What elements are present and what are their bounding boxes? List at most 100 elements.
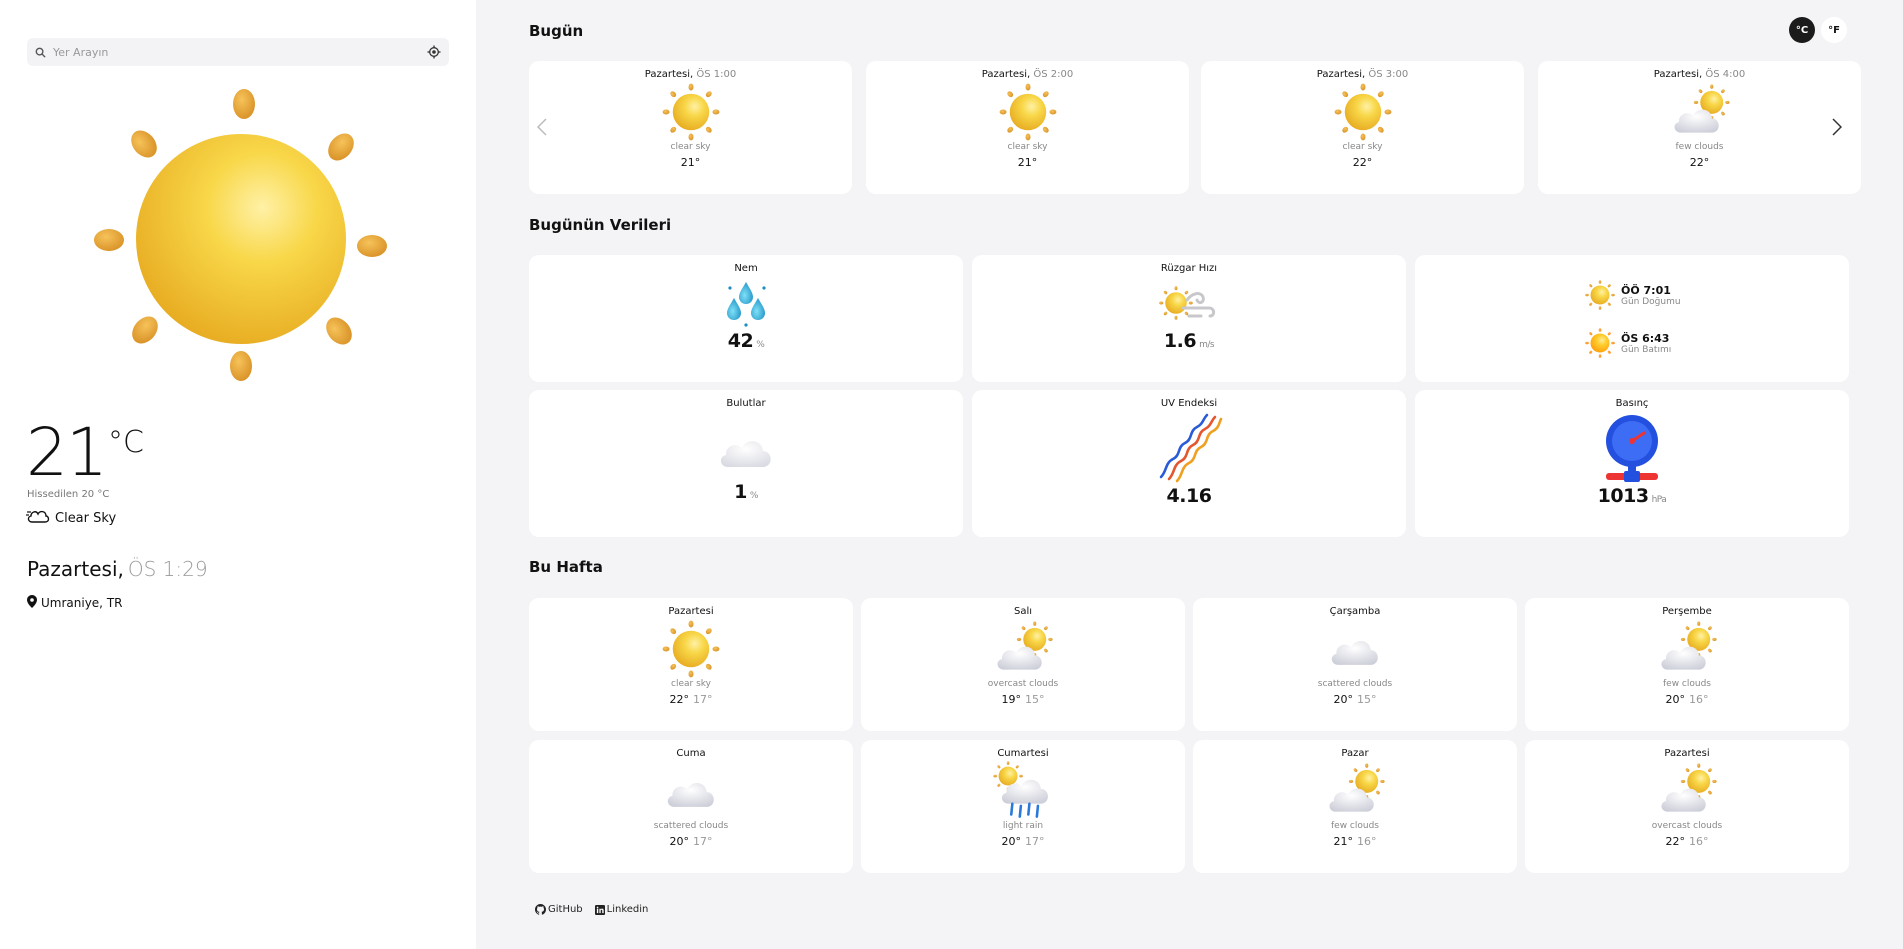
daily-high: 21° — [1333, 835, 1354, 848]
daily-day: Çarşamba — [1329, 606, 1381, 617]
footer: GitHub Linkedin — [535, 904, 648, 915]
daily-high: 22° — [669, 693, 690, 706]
highlights-heading: Bugünün Verileri — [529, 216, 672, 234]
hourly-time-label: Pazartesi, ÖS 2:00 — [982, 69, 1073, 80]
celsius-toggle[interactable]: °C — [1789, 17, 1815, 43]
github-link[interactable]: GitHub — [535, 904, 583, 915]
linkedin-link[interactable]: Linkedin — [594, 904, 649, 915]
daily-high: 20° — [1333, 693, 1354, 706]
daily-temperature: 22° 17° — [670, 693, 713, 706]
cloud-outline-icon — [26, 508, 50, 528]
search-bar — [27, 38, 449, 66]
sun-icon — [1334, 83, 1391, 141]
hourly-card: Pazartesi, ÖS 1:00 clear sky 21° — [529, 61, 852, 194]
daily-description: clear sky — [671, 679, 711, 689]
wind-unit: m/s — [1199, 340, 1215, 350]
pressure-unit: hPa — [1651, 495, 1667, 505]
daily-day: Salı — [1013, 606, 1033, 617]
daily-day: Pazar — [1341, 748, 1369, 759]
daily-description: few clouds — [1331, 821, 1379, 831]
hourly-temperature: 22° — [1689, 156, 1710, 169]
sun-cloud-icon — [1329, 763, 1385, 812]
sunset-time: ÖS 6:43 — [1621, 331, 1670, 345]
location-text: Umraniye, TR — [41, 596, 123, 610]
temperature-unit: °C — [107, 425, 144, 460]
sunset-label: Gün Batımı — [1621, 344, 1672, 355]
hourly-time: ÖS 2:00 — [1033, 69, 1074, 80]
sunset-icon — [1585, 328, 1615, 358]
daily-temperature: 22° 16° — [1666, 835, 1709, 848]
linkedin-label: Linkedin — [606, 904, 649, 915]
daily-description: scattered clouds — [1317, 679, 1393, 689]
condition-text: Clear Sky — [55, 510, 117, 526]
hourly-temperature: 21° — [680, 156, 701, 169]
current-day: Pazartesi, — [27, 557, 124, 581]
hourly-temperature: 22° — [1352, 156, 1373, 169]
pressure-value: 1013 — [1597, 485, 1649, 507]
hourly-time: ÖS 3:00 — [1368, 69, 1409, 80]
daily-high: 20° — [669, 835, 690, 848]
fahrenheit-toggle[interactable]: °F — [1821, 17, 1847, 43]
daily-day: Perşembe — [1662, 606, 1712, 617]
week-heading: Bu Hafta — [529, 558, 603, 576]
daily-temperature: 20° 15° — [1334, 693, 1377, 706]
humidity-label: Nem — [734, 263, 758, 274]
cloud-icon — [720, 441, 771, 467]
sun-icon — [662, 83, 719, 141]
temperature-value: 21 — [26, 414, 108, 491]
daily-low: 17° — [693, 835, 713, 848]
humidity-unit: % — [756, 340, 765, 350]
clouds-unit: % — [749, 491, 759, 501]
daily-day: Cuma — [676, 748, 706, 759]
humidity-value: 42 — [727, 330, 754, 352]
daily-low: 16° — [1689, 835, 1709, 848]
wind-card: Rüzgar Hızı 1.6 m/s — [972, 255, 1406, 382]
locate-icon[interactable] — [419, 38, 449, 66]
hourly-description: clear sky — [670, 142, 711, 152]
hourly-time-label: Pazartesi, ÖS 3:00 — [1317, 69, 1408, 80]
next-arrow-icon[interactable] — [1827, 112, 1847, 142]
daily-day: Cumartesi — [997, 748, 1049, 759]
hourly-time: ÖS 1:00 — [696, 69, 737, 80]
uv-card: UV Endeksi 4.16 — [972, 390, 1406, 537]
sunrise-time: ÖÖ 7:01 — [1621, 283, 1671, 297]
hourly-time: ÖS 4:00 — [1705, 69, 1746, 80]
clouds-label: Bulutlar — [726, 398, 766, 409]
daily-temperature: 20° 17° — [1002, 835, 1045, 848]
search-input[interactable] — [53, 45, 419, 59]
hourly-day: Pazartesi, — [1316, 69, 1366, 80]
uv-value: 4.16 — [1166, 485, 1212, 507]
humidity-card: Nem 42% — [529, 255, 963, 382]
daily-card: Cumartesi light rain 20° 17° — [861, 740, 1185, 873]
daily-description: few clouds — [1663, 679, 1711, 689]
daily-low: 17° — [1025, 835, 1045, 848]
daily-high: 22° — [1665, 835, 1686, 848]
cloud-icon — [1331, 640, 1378, 665]
current-time: ÖS 1:29 — [127, 557, 208, 581]
cloud-icon — [667, 782, 714, 807]
wind-label: Rüzgar Hızı — [1160, 263, 1218, 274]
daily-card: Cuma scattered clouds 20° 17° — [529, 740, 853, 873]
clouds-value: 1 — [734, 481, 747, 503]
sunrise-icon — [1585, 280, 1615, 310]
hourly-card: Pazartesi, ÖS 3:00 clear sky 22° — [1201, 61, 1524, 194]
daily-description: overcast clouds — [1651, 821, 1723, 831]
clouds-card: Bulutlar 1% — [529, 390, 963, 537]
daily-description: scattered clouds — [653, 821, 729, 831]
hourly-day: Pazartesi, — [644, 69, 694, 80]
hourly-time-label: Pazartesi, ÖS 4:00 — [1654, 69, 1745, 80]
daily-card: Salı overcast clouds 19° 15° — [861, 598, 1185, 731]
hourly-time-label: Pazartesi, ÖS 1:00 — [645, 69, 736, 80]
water-drops-icon — [727, 282, 766, 327]
today-heading: Bugün — [529, 22, 584, 40]
daily-low: 16° — [1357, 835, 1377, 848]
daily-high: 19° — [1001, 693, 1022, 706]
pressure-card: Basınç 1013 hPa — [1415, 390, 1849, 537]
daily-temperature: 19° 15° — [1002, 693, 1045, 706]
daily-card: Pazar few clouds 21° 16° — [1193, 740, 1517, 873]
prev-arrow-icon[interactable] — [532, 112, 552, 142]
search-icon — [27, 47, 53, 58]
current-datetime: Pazartesi, ÖS 1:29 — [27, 557, 208, 581]
hourly-day: Pazartesi, — [981, 69, 1031, 80]
hourly-description: clear sky — [1342, 142, 1383, 152]
